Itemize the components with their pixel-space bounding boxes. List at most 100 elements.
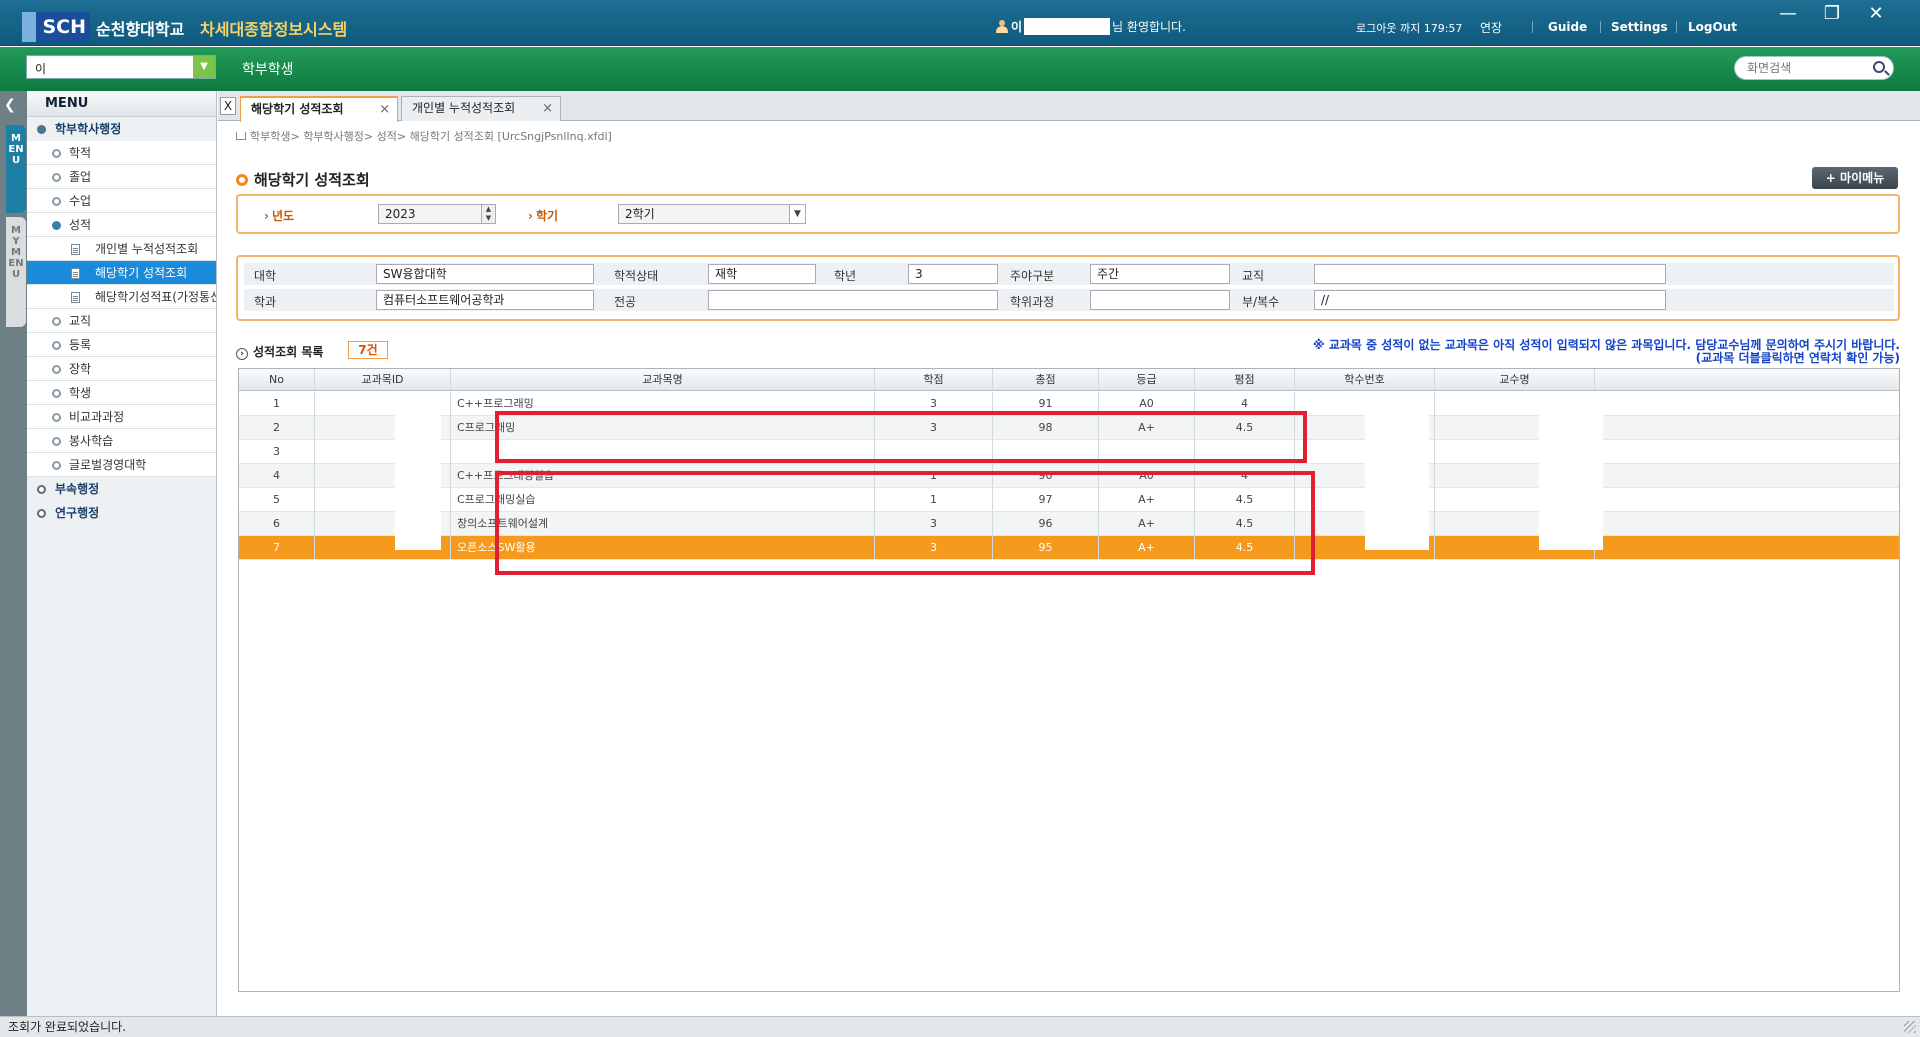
table-row[interactable]: 2 C프로그래밍 3 98 A+ 4.5 (239, 416, 1899, 440)
col-header-total[interactable]: 총점 (993, 369, 1099, 390)
menu-item-label: 학적 (69, 146, 92, 160)
expand-bullet-icon (52, 317, 61, 326)
grade-list-title-text: 성적조회 목록 (253, 345, 324, 359)
close-icon[interactable]: × (542, 97, 553, 120)
row-no: 4 (239, 464, 315, 487)
document-icon (71, 268, 80, 279)
col-header-course-code[interactable]: 학수번호 (1295, 369, 1435, 390)
menu-item-label: 비교과과정 (69, 410, 125, 424)
col-header-no[interactable]: No (239, 369, 315, 390)
menu-item-label: 해당학기성적표(가정통신 (95, 290, 216, 304)
row-grade: A+ (1099, 488, 1195, 511)
col-header-course-id[interactable]: 교과목ID (315, 369, 451, 390)
menu-item-registration[interactable]: 등록 (27, 333, 216, 357)
restore-button[interactable]: ❐ (1812, 2, 1852, 28)
resize-grip-icon[interactable] (1904, 1021, 1916, 1033)
status-message: 조회가 완료되었습니다. (8, 1020, 127, 1034)
spinner-arrows-icon[interactable]: ▲ ▼ (481, 205, 495, 223)
row-no: 6 (239, 512, 315, 535)
menu-item-label: 글로벌경영대학 (69, 458, 147, 472)
tab-semester-grades[interactable]: 해당학기 성적조회 × (240, 96, 398, 122)
row-total: 96 (993, 512, 1099, 535)
page-title: 해당학기 성적조회 (236, 169, 370, 190)
menu-item-scholarship[interactable]: 장학 (27, 357, 216, 381)
row-credit: 3 (875, 416, 993, 439)
add-mymenu-button[interactable]: + 마이메뉴 (1812, 167, 1898, 189)
menu-item-grade-report[interactable]: 해당학기성적표(가정통신 (27, 285, 216, 309)
row-course-name: C++프로그래밍 (451, 392, 875, 415)
record-count-badge: 7건 (348, 341, 388, 359)
menu-item-semester-grades[interactable]: 해당학기 성적조회 (27, 261, 216, 285)
close-button[interactable]: ✕ (1856, 2, 1896, 28)
menu-item-label: 등록 (69, 338, 92, 352)
col-header-grade[interactable]: 등급 (1099, 369, 1195, 390)
logout-timer: 로그아웃 까지 179:57 (1356, 22, 1463, 35)
menu-item-research-admin[interactable]: 연구행정 (27, 501, 216, 525)
mymenu-side-tab[interactable]: MYMENU (6, 217, 26, 327)
menu-item-affiliated-admin[interactable]: 부속행정 (27, 477, 216, 501)
table-row[interactable]: 5 C프로그래밍실습 1 97 A+ 4.5 (239, 488, 1899, 512)
title-bullet-icon (236, 174, 248, 186)
menu-item-graduation[interactable]: 졸업 (27, 165, 216, 189)
collapse-menu-icon[interactable]: ❮ (4, 97, 16, 113)
col-header-point[interactable]: 평점 (1195, 369, 1295, 390)
grade-grid[interactable]: No 교과목ID 교과목명 학점 총점 등급 평점 학수번호 교수명 1 C++프… (238, 368, 1900, 992)
expand-bullet-icon (37, 509, 46, 518)
separator (1532, 21, 1533, 33)
menu-header: MENU (27, 91, 216, 117)
status-bar: 조회가 완료되었습니다. (0, 1016, 1920, 1037)
table-row[interactable]: 4 C++프로그래밍실습 1 90 A0 4 (239, 464, 1899, 488)
menu-search-combo[interactable]: 이 ▼ (26, 55, 216, 79)
col-header-credit[interactable]: 학점 (875, 369, 993, 390)
row-credit: 1 (875, 488, 993, 511)
guide-link[interactable]: Guide (1548, 20, 1587, 34)
redaction-mask (1365, 392, 1429, 550)
menu-item-classes[interactable]: 수업 (27, 189, 216, 213)
row-course-name: C프로그래밍실습 (451, 488, 875, 511)
table-row[interactable]: 7 오픈소스SW활용 3 95 A+ 4.5 (239, 536, 1899, 560)
col-header-professor[interactable]: 교수명 (1435, 369, 1595, 390)
chevron-down-icon[interactable]: ▼ (193, 56, 215, 78)
collapse-bullet-icon (52, 221, 61, 230)
menu-item-global-business[interactable]: 글로벌경영대학 (27, 453, 216, 477)
search-icon[interactable] (1873, 61, 1885, 73)
menu-item-academic-record[interactable]: 학적 (27, 141, 216, 165)
table-row[interactable]: 1 C++프로그래밍 3 91 A0 4 (239, 392, 1899, 416)
close-all-tabs-button[interactable]: X (220, 97, 236, 115)
table-row[interactable]: 3 (239, 440, 1899, 464)
chevron-down-icon[interactable]: ▼ (789, 205, 805, 223)
screen-search-input[interactable] (1747, 60, 1867, 76)
row-course-name: 창의소프트웨어설계 (451, 512, 875, 535)
row-point: 4.5 (1195, 536, 1295, 559)
row-total: 91 (993, 392, 1099, 415)
row-point: 4 (1195, 392, 1295, 415)
row-credit: 3 (875, 512, 993, 535)
extend-session-button[interactable]: 연장 (1480, 19, 1502, 36)
university-name: 순천향대학교 (96, 20, 185, 39)
menu-item-cumulative-grades[interactable]: 개인별 누적성적조회 (27, 237, 216, 261)
row-grade: A+ (1099, 416, 1195, 439)
grade-label: 학년 (834, 269, 857, 283)
menu-item-extracurricular[interactable]: 비교과과정 (27, 405, 216, 429)
menu-item-teaching[interactable]: 교직 (27, 309, 216, 333)
semester-select[interactable]: 2학기 ▼ (618, 204, 806, 224)
settings-link[interactable]: Settings (1611, 20, 1668, 34)
row-total: 90 (993, 464, 1099, 487)
minimize-button[interactable]: — (1768, 2, 1808, 28)
year-spinner[interactable]: 2023 ▲ ▼ (378, 204, 496, 224)
expand-bullet-icon (52, 365, 61, 374)
menu-item-undergrad-admin[interactable]: 학부학사행정 (27, 117, 216, 141)
breadcrumb: 학부학생> 학부학사행정> 성적> 해당학기 성적조회 [UrcSngjPsnl… (236, 128, 612, 144)
logout-link[interactable]: LogOut (1688, 20, 1737, 34)
menu-item-service-learning[interactable]: 봉사학습 (27, 429, 216, 453)
row-no: 5 (239, 488, 315, 511)
year-value: 2023 (385, 207, 416, 221)
close-icon[interactable]: × (379, 98, 390, 121)
col-header-course-name[interactable]: 교과목명 (451, 369, 875, 390)
screen-search-box[interactable] (1734, 56, 1894, 80)
menu-item-student[interactable]: 학생 (27, 381, 216, 405)
tab-cumulative-grades[interactable]: 개인별 누적성적조회 × (401, 96, 561, 121)
menu-side-tab[interactable]: MENU (6, 125, 26, 213)
table-row[interactable]: 6 창의소프트웨어설계 3 96 A+ 4.5 (239, 512, 1899, 536)
menu-item-grades[interactable]: 성적 (27, 213, 216, 237)
